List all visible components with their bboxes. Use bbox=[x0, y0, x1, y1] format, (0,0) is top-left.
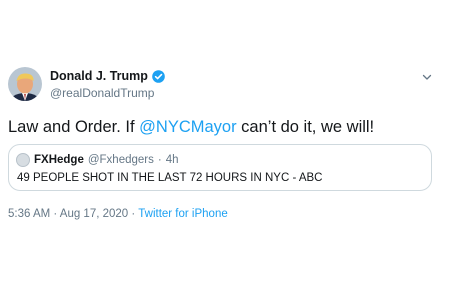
author-info: Donald J. Trump @realDonaldTrump bbox=[50, 69, 165, 100]
tweet-text-part: can’t do it, we will! bbox=[236, 118, 375, 136]
author-name[interactable]: Donald J. Trump bbox=[50, 69, 148, 83]
quoted-time: 4h bbox=[165, 154, 179, 166]
tweet-footer: 5:36 AM · Aug 17, 2020 · Twitter for iPh… bbox=[8, 208, 228, 220]
quoted-separator: · bbox=[157, 154, 162, 166]
tweet-text-part: Law and Order. If bbox=[8, 118, 140, 136]
tweet-source[interactable]: Twitter for iPhone bbox=[138, 208, 227, 220]
avatar-image bbox=[8, 67, 42, 101]
author-avatar[interactable] bbox=[8, 67, 42, 101]
tweet-card: Donald J. Trump @realDonaldTrump Law and… bbox=[0, 0, 450, 300]
tweet-text: Law and Order. If @NYCMayor can’t do it,… bbox=[8, 118, 374, 137]
quoted-author-handle: @Fxhedgers bbox=[87, 154, 154, 166]
quoted-tweet[interactable]: FXHedge @Fxhedgers · 4h 49 PEOPLE SHOT I… bbox=[8, 144, 432, 191]
author-handle[interactable]: @realDonaldTrump bbox=[50, 86, 165, 100]
chevron-down-icon[interactable] bbox=[421, 70, 433, 82]
quoted-avatar bbox=[16, 153, 30, 167]
mention-link[interactable]: @NYCMayor bbox=[139, 118, 236, 136]
quoted-author-name: FXHedge bbox=[34, 154, 84, 166]
quoted-tweet-text: 49 PEOPLE SHOT IN THE LAST 72 HOURS IN N… bbox=[17, 172, 323, 184]
footer-separator: · bbox=[131, 208, 136, 220]
quoted-tweet-header: FXHedge @Fxhedgers · 4h bbox=[16, 153, 179, 167]
verified-badge-icon bbox=[152, 69, 165, 83]
tweet-timestamp[interactable]: 5:36 AM · Aug 17, 2020 bbox=[8, 208, 128, 220]
